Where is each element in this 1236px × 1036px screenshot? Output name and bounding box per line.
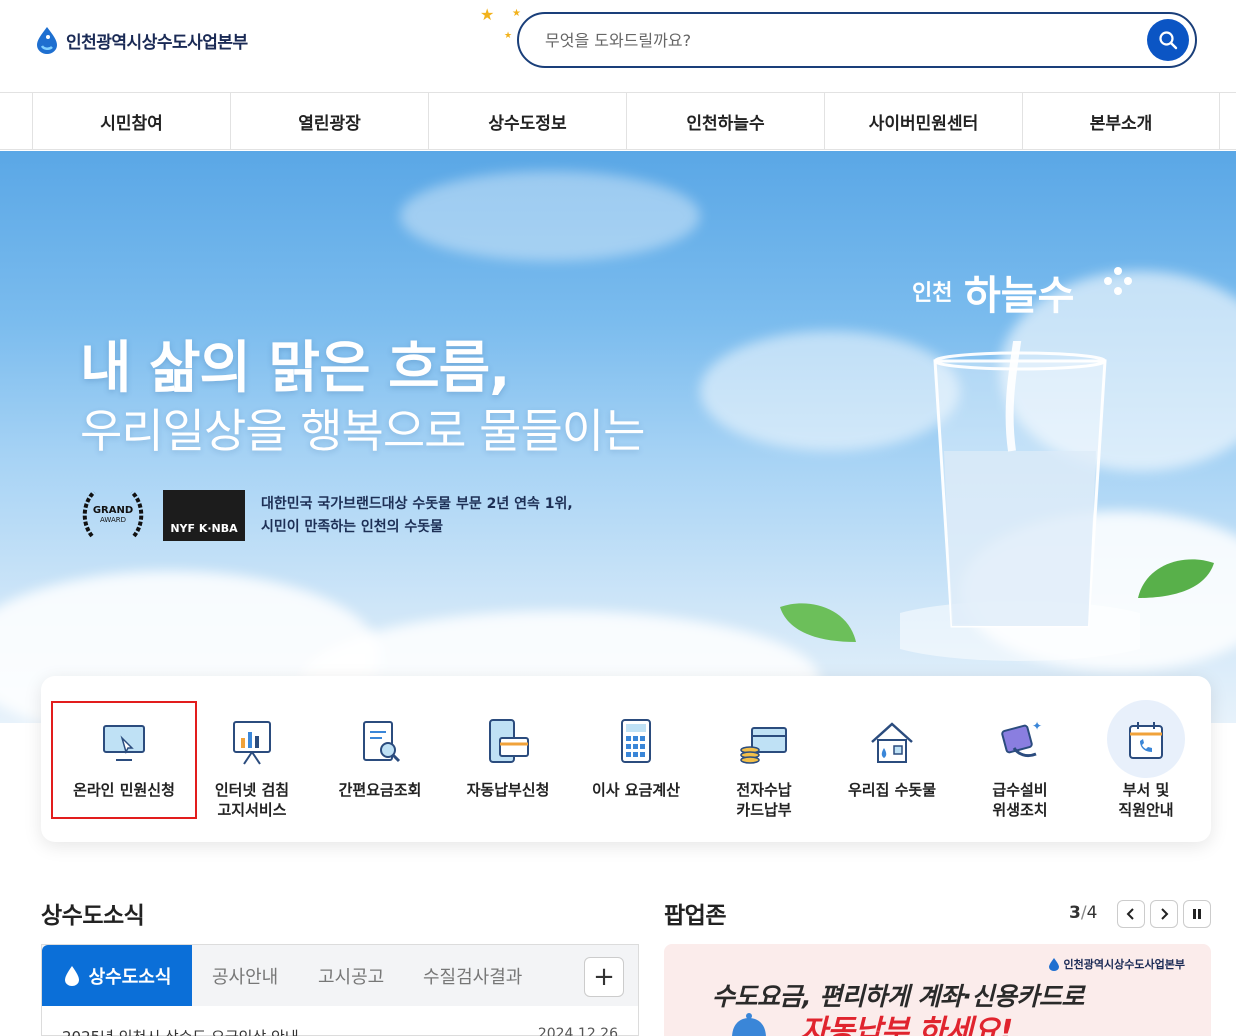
page-total: 4 (1086, 903, 1098, 923)
hero-subtitle: 우리일상을 행복으로 물들이는 (80, 404, 645, 458)
calendar-phone-icon (1129, 722, 1163, 759)
nav-item-cyber-center[interactable]: 사이버민원센터 (824, 93, 1022, 150)
quick-item-label: 자동납부신청 (466, 781, 550, 799)
leaf-icon (780, 603, 856, 642)
award-description: 대한민국 국가브랜드대상 수돗물 부문 2년 연속 1위, 시민이 만족하는 인… (261, 493, 573, 539)
page-current: 3 (1069, 903, 1081, 923)
award-line-2: 시민이 만족하는 인천의 수돗물 (261, 519, 444, 535)
brand-prefix: 인천 (912, 281, 953, 306)
quick-item-moving-fee[interactable]: 이사 요금계산 (571, 700, 701, 820)
bell-icon (732, 1013, 766, 1036)
tab-construction[interactable]: 공사안내 (212, 945, 278, 1007)
news-tabs: 상수도소식 공사안내 고시공고 수질검사결과 + (41, 944, 639, 1007)
popup-banner[interactable]: 인천광역시상수도사업본부 수도요금, 편리하게 계좌·신용카드로 자동납부 하세… (664, 944, 1211, 1036)
popup-highlight-text: 자동납부 하세요! (800, 1014, 1013, 1036)
phone-card-icon (489, 719, 529, 763)
quick-item-label: 부서 및 직원안내 (1118, 781, 1174, 819)
pause-icon (1193, 909, 1201, 919)
search-input[interactable] (545, 26, 1125, 54)
news-item-date: 2024.12.26 (537, 1026, 618, 1036)
popup-org-text: 인천광역시상수도사업본부 (1063, 958, 1185, 971)
nyf-kona-badge: NYF K·NBA (163, 490, 245, 541)
grand-award-badge: GRAND AWARD (80, 484, 146, 546)
svg-text:★: ★ (480, 5, 494, 24)
quick-item-home-water[interactable]: 우리집 수돗물 (827, 700, 957, 820)
popup-pause-button[interactable] (1183, 900, 1211, 928)
popup-next-button[interactable] (1150, 900, 1178, 928)
popup-org: 인천광역시상수도사업본부 (1048, 956, 1185, 972)
quick-item-label: 급수설비 위생조치 (992, 781, 1048, 819)
news-more-button[interactable]: + (584, 957, 624, 997)
hero-banner: 내 삶의 맑은 흐름, 우리일상을 행복으로 물들이는 GRAND AWARD … (0, 151, 1236, 723)
main-nav: 시민참여 열린광장 상수도정보 인천하늘수 사이버민원센터 본부소개 (0, 92, 1236, 150)
cloud (400, 171, 700, 261)
search-button[interactable] (1147, 19, 1189, 61)
popup-page-indicator: 3/4 (1069, 903, 1097, 923)
quick-item-fee-inquiry[interactable]: 간편요금조회 (315, 700, 445, 820)
nav-item-citizen[interactable]: 시민참여 (32, 93, 230, 150)
water-drop-logo-icon (1048, 958, 1059, 971)
site-header: 인천광역시상수도사업본부 ★ ★ ★ (0, 0, 1236, 92)
chevron-right-icon (1161, 908, 1169, 920)
cleaning-icon: ✦ (1001, 719, 1042, 758)
news-section-title: 상수도소식 (41, 903, 145, 929)
house-water-icon (871, 722, 913, 763)
tab-water-quality[interactable]: 수질검사결과 (423, 945, 522, 1007)
water-drop-logo-icon (37, 27, 57, 54)
quick-item-label: 인터넷 검침 고지서비스 (214, 781, 290, 819)
nav-item-open-square[interactable]: 열린광장 (230, 93, 428, 150)
quick-item-card-payment[interactable]: 전자수납 카드납부 (699, 700, 829, 820)
chart-board-icon (233, 721, 271, 765)
nav-item-water-info[interactable]: 상수도정보 (428, 93, 626, 150)
hero-title: 내 삶의 맑은 흐름, (80, 336, 510, 401)
leaf-icon (1138, 559, 1214, 598)
tab-notice[interactable]: 고시공고 (318, 945, 384, 1007)
logo-text: 인천광역시상수도사업본부 (66, 32, 248, 53)
quick-item-label: 우리집 수돗물 (847, 781, 937, 799)
quick-item-sanitation[interactable]: ✦ 급수설비 위생조치 (955, 700, 1085, 820)
tab-label: 상수도소식 (88, 967, 172, 988)
popup-prev-button[interactable] (1117, 900, 1145, 928)
site-logo[interactable]: 인천광역시상수도사업본부 (34, 26, 248, 54)
search-icon (1159, 31, 1178, 50)
quick-item-label: 전자수납 카드납부 (736, 781, 792, 819)
award-line-1: 대한민국 국가브랜드대상 수돗물 부문 2년 연속 1위, (261, 496, 573, 512)
document-search-icon (363, 721, 401, 763)
quick-item-auto-pay[interactable]: 자동납부신청 (443, 700, 573, 820)
calculator-icon (621, 719, 651, 763)
popup-section-title: 팝업존 (664, 903, 726, 929)
brand-name: 하늘수 (964, 273, 1075, 319)
card-coins-icon (740, 727, 787, 764)
quick-item-label: 이사 요금계산 (591, 781, 681, 799)
water-glass-illustration (900, 341, 1140, 661)
tab-water-news[interactable]: 상수도소식 (42, 945, 192, 1007)
quick-item-meter-notice[interactable]: 인터넷 검침 고지서비스 (187, 700, 317, 820)
quick-menu: 온라인 민원신청 인터넷 검침 고지서비스 간편요금조회 자동납부신청 이사 요… (41, 676, 1211, 842)
quick-item-label: 간편요금조회 (338, 781, 422, 799)
news-list: 2025년 인천시 상수도 요금인상 안내 2024.12.26 (41, 1006, 639, 1036)
search-box (517, 12, 1197, 68)
svg-text:★: ★ (512, 8, 521, 19)
laurel-icon (82, 490, 144, 538)
nav-item-haneulsu[interactable]: 인천하늘수 (626, 93, 824, 150)
quick-item-label: 온라인 민원신청 (73, 781, 175, 799)
nav-item-about[interactable]: 본부소개 (1022, 93, 1220, 150)
monitor-icon (103, 725, 145, 761)
water-drop-icon (64, 966, 79, 986)
svg-text:★: ★ (504, 31, 512, 41)
quick-item-staff-guide[interactable]: 부서 및 직원안내 (1081, 700, 1211, 820)
news-item-title[interactable]: 2025년 인천시 상수도 요금인상 안내 (62, 1026, 299, 1036)
sparkle-icon (1104, 267, 1132, 295)
quick-item-online-civil[interactable]: 온라인 민원신청 (59, 700, 189, 820)
chevron-left-icon (1126, 908, 1134, 920)
svg-text:✦: ✦ (1032, 719, 1042, 733)
